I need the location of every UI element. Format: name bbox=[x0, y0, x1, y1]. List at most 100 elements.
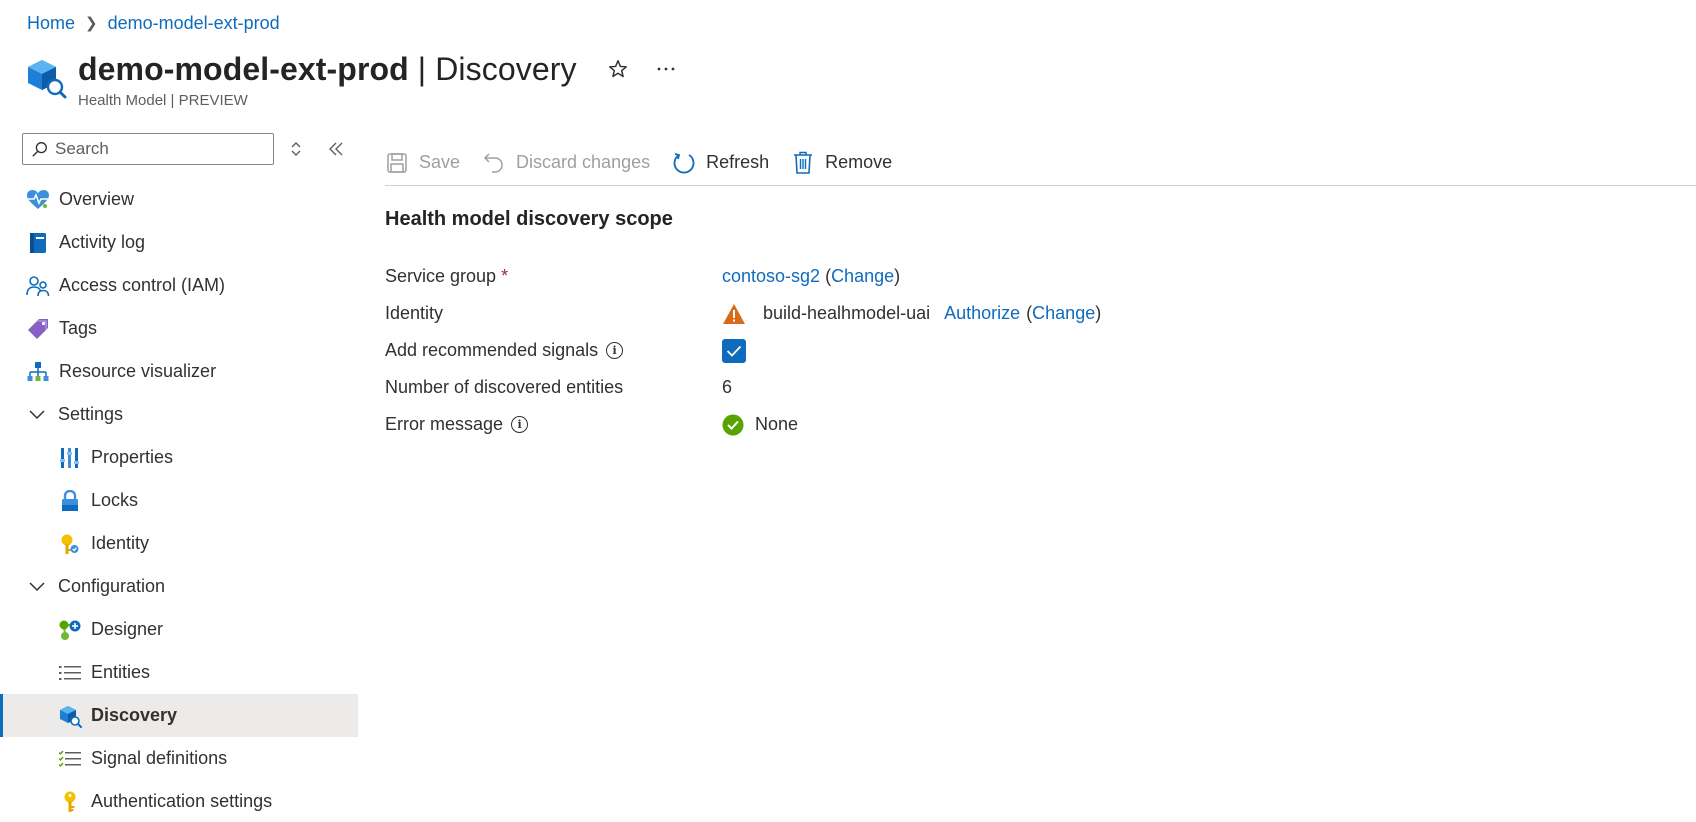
save-icon bbox=[385, 151, 409, 175]
hierarchy-icon bbox=[26, 360, 50, 384]
property-row-service-group: Service group * contoso-sg2 (Change) bbox=[385, 258, 1285, 295]
sidebar-item-label: Identity bbox=[91, 533, 150, 553]
change-identity-link[interactable]: Change bbox=[1032, 303, 1095, 324]
lock-icon bbox=[58, 489, 82, 513]
property-label: Service group bbox=[385, 266, 497, 286]
discard-label: Discard changes bbox=[516, 152, 651, 172]
property-row-identity: Identity build-healhmodel-uai Authorize … bbox=[385, 295, 1285, 332]
chevron-down-icon bbox=[28, 409, 46, 420]
heart-pulse-icon bbox=[26, 188, 50, 212]
sidebar-nav: Overview Activity log Access control (IA… bbox=[0, 178, 358, 822]
identity-key-icon bbox=[58, 532, 82, 556]
expand-collapse-button[interactable] bbox=[282, 133, 310, 165]
refresh-label: Refresh bbox=[706, 152, 770, 172]
sidebar-item-signal-definitions[interactable]: Signal definitions bbox=[0, 737, 358, 780]
sidebar-item-label: Activity log bbox=[59, 232, 146, 252]
discard-changes-button[interactable]: Discard changes bbox=[482, 151, 650, 175]
list-icon bbox=[58, 661, 82, 685]
property-label: Error message bbox=[385, 414, 504, 434]
sidebar-item-label: Discovery bbox=[91, 705, 178, 725]
discovery-icon bbox=[58, 704, 82, 728]
sidebar-search[interactable] bbox=[22, 133, 274, 165]
paren-close: ) bbox=[1095, 303, 1102, 323]
designer-icon bbox=[58, 618, 82, 642]
sidebar-item-label: Resource visualizer bbox=[59, 361, 217, 381]
warning-icon bbox=[723, 303, 745, 324]
sidebar-item-discovery[interactable]: Discovery bbox=[0, 694, 358, 737]
sidebar-item-label: Signal definitions bbox=[91, 748, 228, 768]
search-input[interactable] bbox=[55, 139, 265, 159]
tag-icon bbox=[26, 317, 50, 341]
star-icon bbox=[608, 60, 627, 78]
breadcrumb-home-link[interactable]: Home bbox=[27, 13, 75, 34]
sidebar: Overview Activity log Access control (IA… bbox=[0, 130, 358, 822]
sidebar-item-label: Authentication settings bbox=[91, 791, 273, 811]
checkmark-icon bbox=[726, 345, 742, 357]
sidebar-item-label: Entities bbox=[91, 662, 151, 682]
sidebar-item-resource-visualizer[interactable]: Resource visualizer bbox=[0, 350, 358, 393]
double-chevron-left-icon bbox=[329, 142, 343, 156]
section-title: Health model discovery scope bbox=[385, 208, 673, 230]
health-model-icon bbox=[28, 60, 67, 99]
page-title: demo-model-ext-prod | Discovery bbox=[78, 50, 577, 87]
trash-icon bbox=[791, 151, 815, 175]
sidebar-item-label: Designer bbox=[91, 619, 164, 639]
sidebar-item-label: Overview bbox=[59, 189, 135, 209]
success-check-icon bbox=[722, 414, 744, 435]
discovered-entities-count: 6 bbox=[722, 377, 733, 397]
sidebar-item-properties[interactable]: Properties bbox=[0, 436, 358, 479]
sidebar-item-access-control[interactable]: Access control (IAM) bbox=[0, 264, 358, 307]
sidebar-item-label: Properties bbox=[91, 447, 174, 467]
property-label: Number of discovered entities bbox=[385, 377, 624, 397]
recommended-signals-checkbox[interactable] bbox=[722, 338, 746, 363]
chevron-down-icon bbox=[28, 581, 46, 592]
property-row-error-message: Error message i None bbox=[385, 406, 1285, 443]
checklist-icon bbox=[58, 747, 82, 771]
people-icon bbox=[26, 274, 50, 298]
sidebar-group-settings[interactable]: Settings bbox=[0, 393, 358, 436]
save-button[interactable]: Save bbox=[385, 151, 460, 175]
refresh-icon bbox=[672, 151, 696, 175]
remove-label: Remove bbox=[825, 152, 893, 172]
sidebar-item-designer[interactable]: Designer bbox=[0, 608, 358, 651]
sidebar-item-activity-log[interactable]: Activity log bbox=[0, 221, 358, 264]
remove-button[interactable]: Remove bbox=[791, 151, 892, 175]
sidebar-item-label: Tags bbox=[59, 318, 98, 338]
error-message-value: None bbox=[755, 414, 799, 434]
sidebar-item-overview[interactable]: Overview bbox=[0, 178, 358, 221]
breadcrumb: Home ❯ demo-model-ext-prod bbox=[27, 12, 280, 34]
property-row-discovered-entities: Number of discovered entities 6 bbox=[385, 369, 1285, 406]
info-icon[interactable]: i bbox=[606, 342, 624, 359]
sidebar-item-label: Locks bbox=[91, 490, 139, 510]
collapse-sidebar-button[interactable] bbox=[322, 133, 350, 165]
refresh-button[interactable]: Refresh bbox=[672, 151, 769, 175]
save-label: Save bbox=[419, 152, 461, 172]
sidebar-item-tags[interactable]: Tags bbox=[0, 307, 358, 350]
favorite-button[interactable] bbox=[601, 52, 635, 86]
paren-close: ) bbox=[894, 266, 901, 286]
page-header: demo-model-ext-prod | Discovery Health M… bbox=[24, 50, 683, 109]
properties-icon bbox=[58, 446, 82, 470]
key-icon bbox=[58, 790, 82, 814]
discovery-properties: Service group * contoso-sg2 (Change) Ide… bbox=[385, 258, 1285, 443]
sidebar-item-identity[interactable]: Identity bbox=[0, 522, 358, 565]
sidebar-group-configuration[interactable]: Configuration bbox=[0, 565, 358, 608]
sidebar-item-label: Access control (IAM) bbox=[59, 275, 226, 295]
more-actions-button[interactable] bbox=[649, 52, 683, 86]
sidebar-item-locks[interactable]: Locks bbox=[0, 479, 358, 522]
property-label: Add recommended signals bbox=[385, 340, 599, 360]
chevron-right-icon: ❯ bbox=[85, 15, 98, 32]
property-label: Identity bbox=[385, 303, 444, 323]
service-group-link[interactable]: contoso-sg2 bbox=[722, 266, 820, 287]
page-subtitle: Health Model | PREVIEW bbox=[78, 92, 248, 109]
activity-log-icon bbox=[26, 231, 50, 255]
sidebar-item-authentication-settings[interactable]: Authentication settings bbox=[0, 780, 358, 822]
breadcrumb-resource-link[interactable]: demo-model-ext-prod bbox=[108, 13, 280, 34]
sidebar-group-label: Configuration bbox=[58, 576, 166, 596]
authorize-link[interactable]: Authorize bbox=[944, 303, 1020, 324]
change-service-group-link[interactable]: Change bbox=[831, 266, 894, 287]
up-down-chevron-icon bbox=[291, 142, 301, 156]
sidebar-item-entities[interactable]: Entities bbox=[0, 651, 358, 694]
info-icon[interactable]: i bbox=[511, 416, 529, 433]
search-icon bbox=[32, 142, 47, 157]
